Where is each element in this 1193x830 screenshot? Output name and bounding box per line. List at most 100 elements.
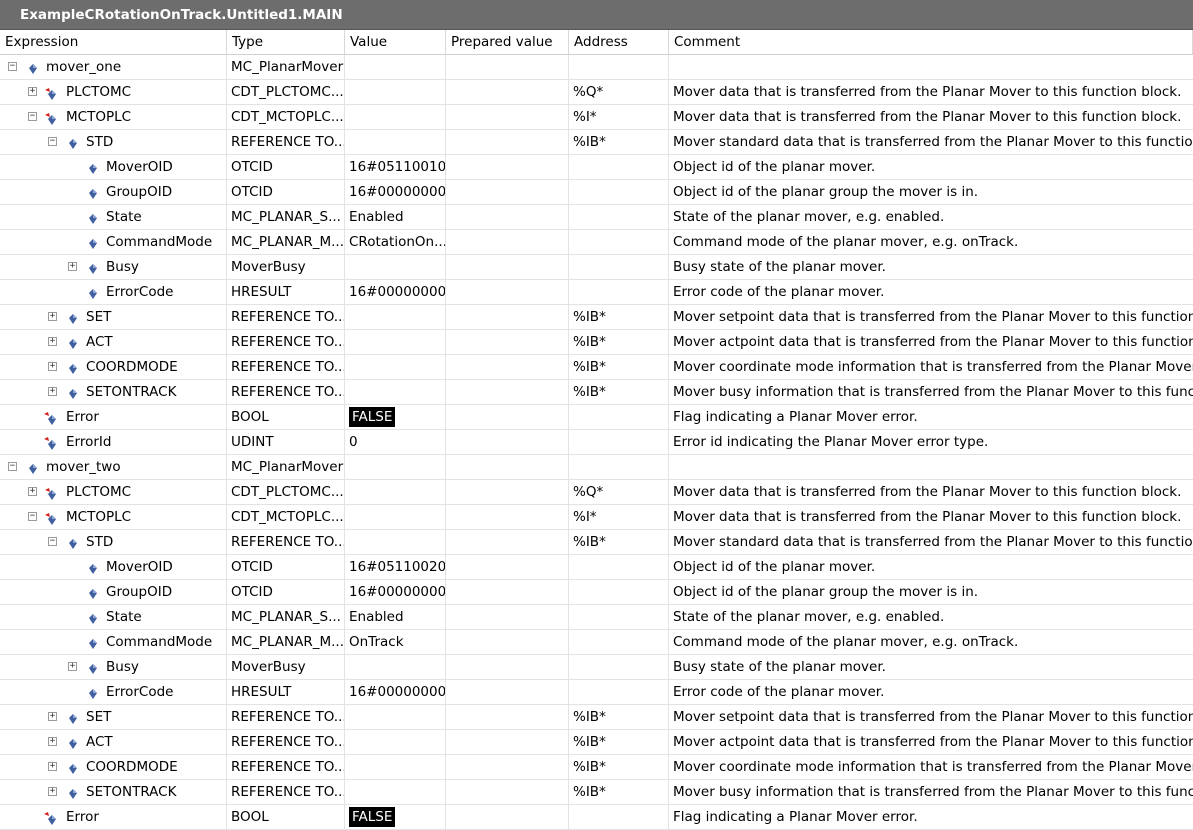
expression-cell[interactable]: − mover_two	[0, 455, 227, 479]
column-header-expression[interactable]: Expression	[0, 30, 227, 54]
expression-cell[interactable]: + Busy	[0, 255, 227, 279]
prepared-value-cell[interactable]	[446, 605, 569, 629]
prepared-value-cell[interactable]	[446, 655, 569, 679]
prepared-value-cell[interactable]	[446, 330, 569, 354]
collapse-toggle-icon[interactable]: −	[28, 112, 37, 121]
prepared-value-cell[interactable]	[446, 305, 569, 329]
prepared-value-cell[interactable]	[446, 455, 569, 479]
value-cell[interactable]: 0	[345, 430, 446, 454]
table-row[interactable]: + PLCTOMC CDT_PLCTOMC... %Q* Mover data that…	[0, 80, 1193, 105]
value-cell[interactable]	[345, 730, 446, 754]
expand-toggle-icon[interactable]: +	[48, 312, 57, 321]
value-cell[interactable]: 16#05110010	[345, 155, 446, 179]
value-cell[interactable]	[345, 530, 446, 554]
expression-cell[interactable]: ErrorCode	[0, 680, 227, 704]
column-header-type[interactable]: Type	[227, 30, 345, 54]
prepared-value-cell[interactable]	[446, 630, 569, 654]
value-cell[interactable]: 16#00000000	[345, 680, 446, 704]
table-row[interactable]: + Busy MoverBusy Busy state of the planar m…	[0, 655, 1193, 680]
table-row[interactable]: − MCTOPLC CDT_MCTOPLC... %I* Mover data that…	[0, 105, 1193, 130]
value-cell[interactable]	[345, 480, 446, 504]
expand-toggle-icon[interactable]: +	[48, 762, 57, 771]
expression-cell[interactable]: − STD	[0, 530, 227, 554]
table-row[interactable]: + SET REFERENCE TO... %IB* Mover setpoint da…	[0, 705, 1193, 730]
expression-cell[interactable]: + Busy	[0, 655, 227, 679]
table-row[interactable]: − mover_two MC_PlanarMover	[0, 455, 1193, 480]
value-cell[interactable]	[345, 55, 446, 79]
table-row[interactable]: GroupOID OTCID 16#00000000 Object id of the…	[0, 580, 1193, 605]
collapse-toggle-icon[interactable]: −	[8, 462, 17, 471]
expand-toggle-icon[interactable]: +	[68, 662, 77, 671]
prepared-value-cell[interactable]	[446, 730, 569, 754]
table-row[interactable]: Error BOOL FALSE Flag indicating a Planar M…	[0, 805, 1193, 830]
column-header-comment[interactable]: Comment	[669, 30, 1193, 54]
prepared-value-cell[interactable]	[446, 505, 569, 529]
expression-cell[interactable]: State	[0, 205, 227, 229]
expression-cell[interactable]: CommandMode	[0, 630, 227, 654]
value-cell[interactable]	[345, 655, 446, 679]
prepared-value-cell[interactable]	[446, 755, 569, 779]
expression-cell[interactable]: MoverOID	[0, 555, 227, 579]
value-cell[interactable]	[345, 255, 446, 279]
prepared-value-cell[interactable]	[446, 355, 569, 379]
value-cell[interactable]	[345, 755, 446, 779]
value-cell[interactable]	[345, 380, 446, 404]
expression-cell[interactable]: MoverOID	[0, 155, 227, 179]
value-cell[interactable]: 16#05110020	[345, 555, 446, 579]
expression-cell[interactable]: + SET	[0, 705, 227, 729]
table-row[interactable]: CommandMode MC_PLANAR_M... OnTrack Command …	[0, 630, 1193, 655]
prepared-value-cell[interactable]	[446, 280, 569, 304]
prepared-value-cell[interactable]	[446, 205, 569, 229]
collapse-toggle-icon[interactable]: −	[28, 512, 37, 521]
expression-cell[interactable]: − mover_one	[0, 55, 227, 79]
expand-toggle-icon[interactable]: +	[48, 712, 57, 721]
table-row[interactable]: + PLCTOMC CDT_PLCTOMC... %Q* Mover data that…	[0, 480, 1193, 505]
expression-cell[interactable]: − STD	[0, 130, 227, 154]
expression-cell[interactable]: CommandMode	[0, 230, 227, 254]
collapse-toggle-icon[interactable]: −	[8, 62, 17, 71]
column-header-prepared-value[interactable]: Prepared value	[446, 30, 569, 54]
prepared-value-cell[interactable]	[446, 55, 569, 79]
table-row[interactable]: − STD REFERENCE TO... %IB* Mover standard da…	[0, 530, 1193, 555]
table-row[interactable]: ErrorCode HRESULT 16#00000000 Error code of…	[0, 680, 1193, 705]
expression-cell[interactable]: + ACT	[0, 330, 227, 354]
expand-toggle-icon[interactable]: +	[68, 262, 77, 271]
expand-toggle-icon[interactable]: +	[28, 487, 37, 496]
expression-cell[interactable]: Error	[0, 805, 227, 829]
prepared-value-cell[interactable]	[446, 380, 569, 404]
table-row[interactable]: + SETONTRACK REFERENCE TO... %IB* Mover busy…	[0, 380, 1193, 405]
table-row[interactable]: − mover_one MC_PlanarMover	[0, 55, 1193, 80]
expression-cell[interactable]: + PLCTOMC	[0, 80, 227, 104]
prepared-value-cell[interactable]	[446, 405, 569, 429]
expression-cell[interactable]: + SET	[0, 305, 227, 329]
table-row[interactable]: + SETONTRACK REFERENCE TO... %IB* Mover busy…	[0, 780, 1193, 805]
column-header-value[interactable]: Value	[345, 30, 446, 54]
collapse-toggle-icon[interactable]: −	[48, 137, 57, 146]
expression-cell[interactable]: + ACT	[0, 730, 227, 754]
expression-cell[interactable]: + PLCTOMC	[0, 480, 227, 504]
expression-cell[interactable]: − MCTOPLC	[0, 105, 227, 129]
prepared-value-cell[interactable]	[446, 680, 569, 704]
expression-cell[interactable]: ErrorId	[0, 430, 227, 454]
prepared-value-cell[interactable]	[446, 580, 569, 604]
value-cell[interactable]: Enabled	[345, 605, 446, 629]
table-row[interactable]: Error BOOL FALSE Flag indicating a Planar M…	[0, 405, 1193, 430]
prepared-value-cell[interactable]	[446, 80, 569, 104]
expression-cell[interactable]: State	[0, 605, 227, 629]
expression-cell[interactable]: + SETONTRACK	[0, 780, 227, 804]
prepared-value-cell[interactable]	[446, 780, 569, 804]
value-cell[interactable]	[345, 355, 446, 379]
prepared-value-cell[interactable]	[446, 130, 569, 154]
expand-toggle-icon[interactable]: +	[48, 737, 57, 746]
value-cell[interactable]	[345, 105, 446, 129]
prepared-value-cell[interactable]	[446, 530, 569, 554]
table-row[interactable]: + COORDMODE REFERENCE TO... %IB* Mover coord…	[0, 755, 1193, 780]
value-cell[interactable]: Enabled	[345, 205, 446, 229]
value-cell[interactable]: FALSE	[345, 405, 446, 429]
column-header-address[interactable]: Address	[569, 30, 669, 54]
collapse-toggle-icon[interactable]: −	[48, 537, 57, 546]
prepared-value-cell[interactable]	[446, 255, 569, 279]
expression-cell[interactable]: GroupOID	[0, 580, 227, 604]
value-cell[interactable]	[345, 505, 446, 529]
prepared-value-cell[interactable]	[446, 555, 569, 579]
